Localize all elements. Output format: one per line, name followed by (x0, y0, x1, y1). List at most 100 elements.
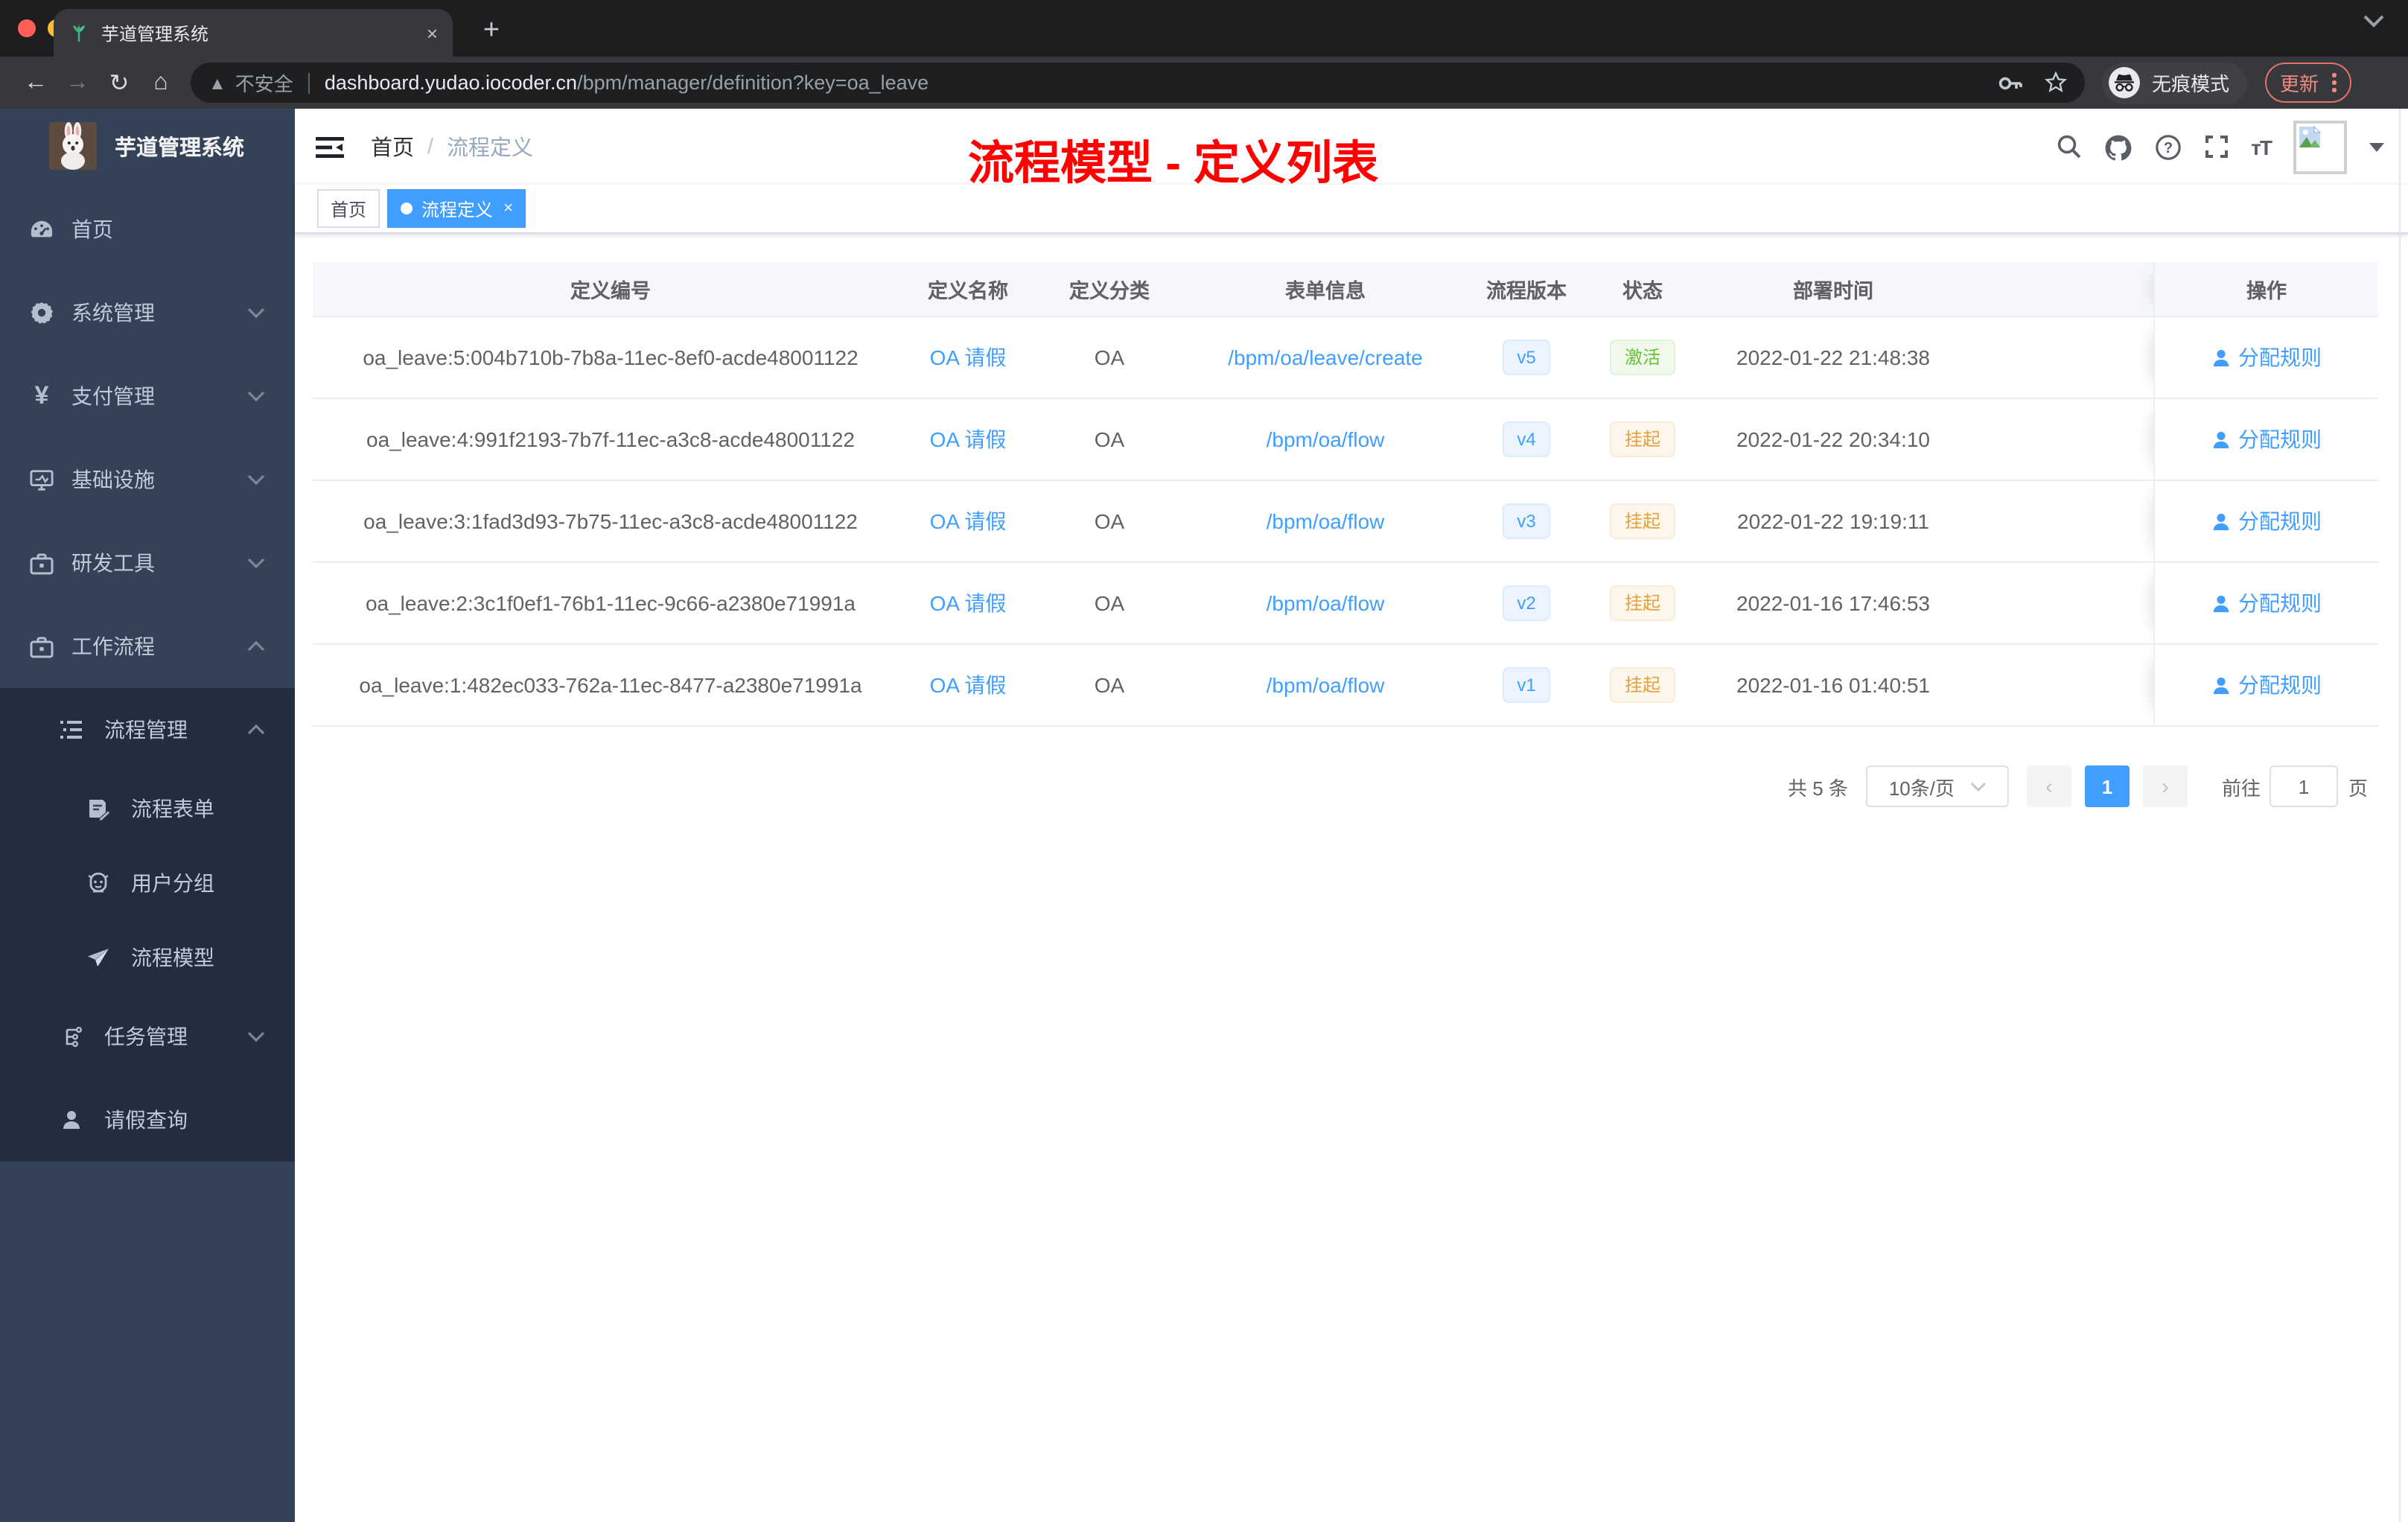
app-logo: 芋道管理系统 (0, 109, 295, 183)
page-size-select[interactable]: 10条/页 (1865, 765, 2009, 807)
goto-page-input[interactable] (2269, 765, 2338, 807)
browser-tab[interactable]: 芋道管理系统 × (54, 9, 453, 57)
tab-search-chevron-icon[interactable] (2363, 15, 2384, 28)
url-path[interactable]: /bpm/manager/definition?key=oa_leave (577, 71, 929, 94)
current-page-button[interactable]: 1 (2084, 765, 2130, 807)
cell-definition-id: oa_leave:1:482ec033-762a-11ec-8477-a2380… (359, 673, 862, 697)
bookmark-star-icon[interactable] (2045, 71, 2067, 94)
address-bar[interactable]: ▲ 不安全 dashboard.yudao.iocoder.cn /bpm/ma… (191, 63, 2085, 103)
version-badge[interactable]: v3 (1502, 503, 1551, 539)
goto-label: 前往 (2221, 777, 2261, 799)
table-header-row: 定义编号 定义名称 定义分类 表单信息 流程版本 状态 部署时间 操作 (313, 262, 2378, 317)
action-label: 分配规则 (2238, 346, 2322, 369)
sidebar-item-label: 流程表单 (131, 797, 214, 821)
assign-rule-button[interactable]: 分配规则 (2211, 506, 2322, 536)
task-tree-icon (60, 1025, 83, 1048)
tag-close-icon[interactable]: × (503, 200, 513, 217)
table-row: oa_leave:5:004b710b-7b8a-11ec-8ef0-acde4… (313, 317, 2378, 399)
sidebar-item-process-model[interactable]: 流程模型 (0, 920, 295, 995)
action-label: 分配规则 (2238, 427, 2322, 451)
tag-label: 首页 (331, 199, 367, 220)
sidebar-item-label: 研发工具 (71, 551, 155, 575)
table-row: oa_leave:2:3c1f0ef1-76b1-11ec-9c66-a2380… (313, 563, 2378, 645)
github-icon[interactable] (2103, 133, 2132, 160)
security-warning-icon[interactable]: ▲ (208, 72, 226, 93)
browser-menu-icon[interactable] (2332, 73, 2337, 92)
sidebar-item-label: 系统管理 (71, 301, 155, 325)
help-icon[interactable]: ? (2154, 133, 2181, 160)
browser-toolbar: ← → ↻ ⌂ ▲ 不安全 dashboard.yudao.iocoder.cn… (0, 57, 2408, 109)
browser-update-button[interactable]: 更新 (2265, 63, 2351, 103)
back-icon[interactable]: ← (15, 62, 57, 104)
sidebar-item-leave-query[interactable]: 请假查询 (0, 1078, 295, 1162)
tag-process-definition[interactable]: 流程定义 × (387, 189, 526, 228)
password-key-icon[interactable] (1998, 74, 2024, 92)
cell-definition-name-link[interactable]: OA 请假 (908, 506, 1028, 536)
assign-rule-button[interactable]: 分配规则 (2211, 424, 2322, 454)
action-label: 分配规则 (2238, 591, 2322, 615)
cell-deploy-time: 2022-01-16 17:46:53 (1736, 591, 1930, 615)
sidebar-item-system[interactable]: 系统管理 (0, 271, 295, 354)
sidebar-item-payment[interactable]: ¥ 支付管理 (0, 354, 295, 438)
cell-form-link[interactable]: /bpm/oa/flow (1191, 673, 1459, 697)
next-page-button[interactable]: › (2142, 765, 2188, 807)
cell-definition-id: oa_leave:4:991f2193-7b7f-11ec-a3c8-acde4… (366, 427, 855, 451)
fullscreen-icon[interactable] (2203, 134, 2229, 159)
close-window-button[interactable] (18, 19, 36, 37)
tab-close-icon[interactable]: × (427, 22, 438, 44)
sidebar-item-label: 首页 (71, 217, 113, 241)
sidebar-item-workflow[interactable]: 工作流程 (0, 605, 295, 688)
reload-icon[interactable]: ↻ (98, 62, 140, 104)
sidebar-item-home[interactable]: 首页 (0, 188, 295, 271)
avatar-caret-icon[interactable] (2369, 142, 2384, 151)
version-badge[interactable]: v2 (1502, 585, 1551, 621)
cell-definition-name-link[interactable]: OA 请假 (908, 588, 1028, 618)
table-row: oa_leave:1:482ec033-762a-11ec-8477-a2380… (313, 645, 2378, 727)
tag-home[interactable]: 首页 (317, 189, 380, 228)
cell-form-link[interactable]: /bpm/oa/flow (1191, 427, 1459, 451)
avatar[interactable] (2293, 120, 2347, 173)
sidebar-menu: 首页 系统管理 ¥ 支付管理 基础设施 研发工具 工作流程 流程管理 流程表单 … (0, 188, 295, 1162)
gear-icon (30, 301, 54, 325)
sidebar-item-process-manage[interactable]: 流程管理 (0, 688, 295, 771)
sidebar-collapse-icon[interactable] (316, 135, 344, 159)
url-domain[interactable]: dashboard.yudao.iocoder.cn (325, 71, 577, 94)
version-badge[interactable]: v1 (1502, 667, 1551, 703)
cell-definition-name-link[interactable]: OA 请假 (908, 424, 1028, 454)
sidebar-item-label: 请假查询 (104, 1108, 188, 1132)
cell-form-link[interactable]: /bpm/oa/flow (1191, 509, 1459, 533)
sidebar-item-label: 支付管理 (71, 384, 155, 408)
col-header: 流程版本 (1486, 280, 1567, 302)
sidebar-item-process-form[interactable]: 流程表单 (0, 771, 295, 846)
version-badge[interactable]: v5 (1502, 340, 1551, 375)
new-tab-button[interactable]: + (471, 10, 512, 52)
assign-rule-button[interactable]: 分配规则 (2211, 670, 2322, 700)
forward-icon[interactable]: → (57, 62, 98, 104)
prev-page-button[interactable]: ‹ (2026, 765, 2071, 807)
breadcrumb-home[interactable]: 首页 (371, 131, 414, 162)
sidebar-item-label: 流程管理 (104, 718, 188, 742)
assign-rule-button[interactable]: 分配规则 (2211, 343, 2322, 372)
cell-definition-name-link[interactable]: OA 请假 (908, 343, 1028, 372)
cell-form-link[interactable]: /bpm/oa/leave/create (1191, 346, 1459, 369)
browser-tab-strip: 芋道管理系统 × + (0, 0, 2408, 57)
scrollbar-edge (2399, 109, 2401, 1522)
sidebar-item-user-group[interactable]: 用户分组 (0, 846, 295, 920)
sidebar: 芋道管理系统 首页 系统管理 ¥ 支付管理 基础设施 研发工具 工作流程 流程管… (0, 109, 295, 1522)
sidebar-item-task-manage[interactable]: 任务管理 (0, 995, 295, 1078)
monitor-icon (30, 468, 54, 491)
update-label[interactable]: 更新 (2280, 69, 2319, 97)
assign-rule-button[interactable]: 分配规则 (2211, 588, 2322, 618)
version-badge[interactable]: v4 (1502, 421, 1551, 457)
security-label[interactable]: 不安全 (235, 69, 293, 97)
font-size-icon[interactable]: тT (2251, 135, 2272, 159)
sidebar-item-dev-tools[interactable]: 研发工具 (0, 521, 295, 605)
cell-definition-name-link[interactable]: OA 请假 (908, 670, 1028, 700)
chevron-down-icon (247, 1031, 265, 1042)
sidebar-item-infrastructure[interactable]: 基础设施 (0, 438, 295, 521)
status-badge: 挂起 (1609, 667, 1675, 703)
pagination-total: 共 5 条 (1788, 777, 1848, 799)
search-icon[interactable] (2056, 134, 2081, 159)
home-icon[interactable]: ⌂ (140, 62, 182, 104)
cell-form-link[interactable]: /bpm/oa/flow (1191, 591, 1459, 615)
